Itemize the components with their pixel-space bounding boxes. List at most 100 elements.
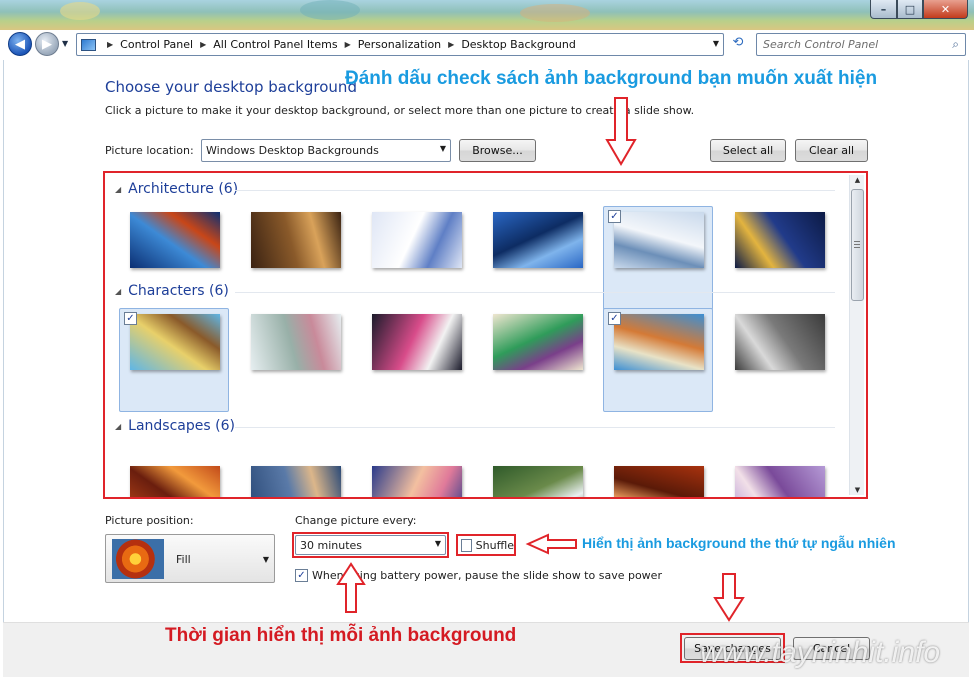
clear-all-button[interactable]: Clear all bbox=[795, 139, 868, 162]
group-divider bbox=[235, 190, 835, 191]
picture-location-select[interactable]: Windows Desktop Backgrounds ▼ bbox=[201, 139, 451, 162]
window-titlebar: – □ ✕ bbox=[0, 0, 974, 30]
wallpaper-image bbox=[735, 466, 825, 497]
wallpaper-image bbox=[251, 314, 341, 370]
window-controls: – □ ✕ bbox=[870, 0, 968, 19]
refresh-icon[interactable]: ⟲ bbox=[728, 35, 748, 53]
annotation-shuffle-instructions: Hiển thị ảnh background the thứ tự ngẫu … bbox=[582, 535, 896, 551]
checkbox-checked-icon[interactable]: ✓ bbox=[608, 210, 621, 223]
breadcrumb-separator[interactable]: ▶ bbox=[107, 40, 113, 49]
breadcrumb-desktop-background[interactable]: Desktop Background bbox=[461, 38, 576, 51]
wallpaper-image bbox=[372, 212, 462, 268]
checkbox-checked-icon[interactable]: ✓ bbox=[608, 312, 621, 325]
picture-position-label: Picture position: bbox=[105, 514, 194, 527]
wallpaper-thumbnail[interactable] bbox=[482, 308, 592, 412]
group-title: Architecture (6) bbox=[128, 181, 239, 197]
group-header[interactable]: ◢ Characters (6) bbox=[115, 283, 835, 299]
up-arrow-icon bbox=[336, 562, 366, 613]
wallpaper-image bbox=[735, 314, 825, 370]
group-divider bbox=[235, 427, 835, 428]
breadcrumb-control-panel[interactable]: Control Panel bbox=[120, 38, 193, 51]
wallpaper-thumbnail[interactable] bbox=[361, 308, 471, 412]
navigation-bar: ◀ ▶ ▼ ▶ Control Panel ▶ All Control Pane… bbox=[0, 30, 974, 58]
background-blob bbox=[300, 0, 360, 20]
search-icon[interactable]: ⌕ bbox=[952, 37, 959, 52]
group-header[interactable]: ◢ Landscapes (6) bbox=[115, 418, 835, 434]
group-header[interactable]: ◢ Architecture (6) bbox=[115, 181, 835, 197]
shuffle-label: Shuffle bbox=[475, 538, 514, 552]
wallpaper-thumbnail[interactable] bbox=[240, 443, 350, 497]
control-panel-icon bbox=[81, 38, 96, 51]
wallpaper-thumbnail[interactable] bbox=[724, 308, 834, 412]
checkbox-icon[interactable] bbox=[461, 538, 472, 552]
scroll-up-icon[interactable]: ▲ bbox=[850, 176, 865, 184]
forward-button[interactable]: ▶ bbox=[35, 32, 59, 56]
collapse-triangle-icon[interactable]: ◢ bbox=[115, 422, 121, 431]
breadcrumb-separator[interactable]: ▶ bbox=[448, 40, 454, 49]
wallpaper-image bbox=[372, 314, 462, 370]
chevron-down-icon: ▼ bbox=[439, 144, 446, 153]
close-button[interactable]: ✕ bbox=[923, 0, 968, 19]
address-bar[interactable]: ▶ Control Panel ▶ All Control Panel Item… bbox=[76, 33, 724, 56]
wallpaper-thumbnail[interactable]: ✓ bbox=[603, 308, 713, 412]
wallpaper-thumbnail[interactable] bbox=[724, 443, 834, 497]
watermark: www.tayninhit.info bbox=[700, 636, 941, 669]
picture-position-value: Fill bbox=[176, 553, 191, 566]
select-all-button[interactable]: Select all bbox=[710, 139, 786, 162]
group-title: Characters (6) bbox=[128, 283, 229, 299]
search-placeholder: Search Control Panel bbox=[763, 38, 879, 51]
minimize-button[interactable]: – bbox=[870, 0, 897, 19]
breadcrumb-separator[interactable]: ▶ bbox=[200, 40, 206, 49]
wallpaper-image bbox=[493, 212, 583, 268]
breadcrumb-all-items[interactable]: All Control Panel Items bbox=[213, 38, 337, 51]
wallpaper-thumbnail[interactable] bbox=[361, 443, 471, 497]
wallpaper-image bbox=[614, 466, 704, 497]
address-dropdown-icon[interactable]: ▼ bbox=[713, 39, 719, 48]
annotation-check-instructions: Đánh dấu check sách ảnh background bạn m… bbox=[345, 68, 878, 89]
chevron-down-icon: ▼ bbox=[262, 555, 269, 564]
breadcrumb-separator[interactable]: ▶ bbox=[345, 40, 351, 49]
wallpaper-thumbnail[interactable] bbox=[603, 443, 713, 497]
picture-location-label: Picture location: bbox=[105, 144, 194, 157]
browse-button[interactable]: Browse... bbox=[459, 139, 536, 162]
wallpaper-thumbnail[interactable] bbox=[361, 206, 471, 310]
background-blob bbox=[60, 2, 100, 20]
maximize-button[interactable]: □ bbox=[897, 0, 923, 19]
position-preview-image bbox=[112, 539, 164, 579]
breadcrumb-personalization[interactable]: Personalization bbox=[358, 38, 441, 51]
picture-location-value: Windows Desktop Backgrounds bbox=[206, 144, 379, 157]
breadcrumb: ▶ Control Panel ▶ All Control Panel Item… bbox=[100, 38, 576, 51]
wallpaper-thumbnail[interactable] bbox=[240, 308, 350, 412]
wallpaper-image bbox=[372, 466, 462, 497]
minimize-icon: – bbox=[880, 2, 887, 16]
shuffle-checkbox[interactable]: Shuffle bbox=[456, 534, 516, 556]
wallpaper-image bbox=[251, 212, 341, 268]
wallpaper-image bbox=[130, 466, 220, 497]
wallpaper-thumbnail[interactable] bbox=[482, 443, 592, 497]
wallpaper-image bbox=[130, 314, 220, 370]
wallpaper-thumbnail[interactable]: ✓ bbox=[603, 206, 713, 310]
change-interval-value: 30 minutes bbox=[300, 538, 363, 552]
scroll-down-icon[interactable]: ▼ bbox=[850, 486, 865, 494]
wallpaper-thumbnail[interactable] bbox=[119, 443, 229, 497]
checkbox-icon[interactable]: ✓ bbox=[295, 569, 308, 582]
collapse-triangle-icon[interactable]: ◢ bbox=[115, 185, 121, 194]
change-interval-select[interactable]: 30 minutes ▼ bbox=[295, 535, 446, 555]
wallpaper-thumbnail[interactable] bbox=[240, 206, 350, 310]
picture-gallery[interactable]: ◢ Architecture (6) ✓ ◢ Characters (6) ✓ ✓ ◢ Land… bbox=[103, 171, 868, 499]
close-icon: ✕ bbox=[940, 2, 951, 16]
recent-pages-dropdown[interactable]: ▼ bbox=[62, 39, 68, 48]
search-input[interactable]: Search Control Panel ⌕ bbox=[756, 33, 966, 56]
wallpaper-image bbox=[493, 314, 583, 370]
collapse-triangle-icon[interactable]: ◢ bbox=[115, 287, 121, 296]
wallpaper-thumbnail[interactable]: ✓ bbox=[119, 308, 229, 412]
checkbox-checked-icon[interactable]: ✓ bbox=[124, 312, 137, 325]
wallpaper-thumbnail[interactable] bbox=[724, 206, 834, 310]
wallpaper-thumbnail[interactable] bbox=[482, 206, 592, 310]
wallpaper-image bbox=[735, 212, 825, 268]
picture-position-select[interactable]: Fill ▼ bbox=[105, 534, 275, 583]
gallery-scrollbar[interactable]: ▲ ▼ bbox=[849, 175, 864, 495]
down-arrow-icon bbox=[713, 573, 745, 622]
back-button[interactable]: ◀ bbox=[8, 32, 32, 56]
wallpaper-image bbox=[614, 212, 704, 268]
